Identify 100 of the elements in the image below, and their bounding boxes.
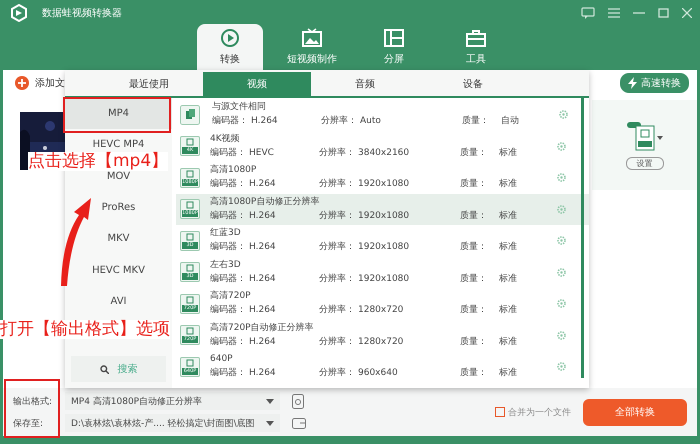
field-label: 编码器： (210, 146, 247, 160)
field-label: 质量： (460, 240, 488, 254)
preset-name: 高清1080P (210, 164, 256, 178)
settings-file-icon[interactable] (292, 394, 304, 408)
annotation-text: 打开【输出格式】选项 (0, 320, 170, 339)
preset-name: 红蓝3D (210, 227, 241, 240)
field-label: 分辨率： (319, 240, 356, 254)
preset-name: 高清1080P自动修正分辨率 (210, 196, 320, 209)
field-value: 1920x1080 (358, 178, 410, 192)
field-value: 1920x1080 (358, 210, 410, 223)
field-value: 960x640 (358, 367, 398, 380)
gear-icon[interactable] (557, 330, 566, 340)
field-label: 编码器： (210, 272, 247, 286)
format-tab[interactable]: 最近使用 (95, 72, 203, 96)
field-label: 编码器： (210, 336, 247, 349)
field-label: 编码器： (210, 304, 247, 318)
field-label: 分辨率： (319, 210, 356, 223)
field-label: 质量： (462, 114, 490, 128)
plus-icon (15, 76, 29, 90)
gear-icon[interactable] (557, 362, 566, 372)
nav-tab[interactable]: 分屏 (361, 24, 427, 70)
gear-icon[interactable] (559, 110, 568, 120)
window-title: 数据蛙视频转换器 (42, 6, 122, 20)
tv-icon (301, 28, 323, 48)
field-label: 分辨率： (319, 178, 356, 192)
field-label: 编码器： (210, 178, 247, 192)
field-label: 输出格式: (13, 396, 54, 408)
format-tab[interactable]: 设备 (419, 72, 527, 96)
field-value: H.264 (249, 367, 276, 380)
search-icon (100, 364, 108, 374)
format-item[interactable]: AVI (110, 294, 126, 308)
gear-icon[interactable] (557, 268, 566, 277)
field-value: 1920x1080 (358, 272, 410, 286)
field-label: 编码器： (212, 114, 249, 128)
field-label: 质量： (460, 210, 488, 223)
maximize-icon[interactable] (658, 8, 669, 18)
format-tab[interactable]: 音频 (311, 72, 419, 96)
format-item[interactable]: ProRes (102, 200, 136, 214)
field-value: Auto (360, 115, 381, 128)
field-value: 标准 (499, 272, 517, 286)
nav-tab[interactable]: 工具 (443, 24, 509, 70)
field-value: 1920x1080 (358, 241, 410, 254)
preset-name: 与源文件相同 (212, 101, 266, 114)
field-label: 质量： (460, 304, 488, 318)
gear-icon[interactable] (557, 173, 566, 182)
field-value: 标准 (499, 240, 517, 254)
field-label: 质量： (460, 146, 488, 160)
gear-icon[interactable] (557, 142, 566, 151)
format-item[interactable]: MP4 (65, 98, 172, 130)
field-label: 保存至: (13, 418, 44, 430)
field-value: H.264 (251, 115, 278, 128)
format-item[interactable]: MOV (106, 169, 130, 184)
nav-tab[interactable]: 转换 (197, 24, 263, 70)
preset-name: 640P (210, 353, 233, 366)
field-value: H.264 (249, 304, 276, 318)
field-value: 标准 (499, 146, 517, 160)
field-label: 质量： (460, 272, 488, 286)
preset-row[interactable]: 与源文件相同 编码器： H.264 分辨率： Auto 质量： 自动 (176, 99, 589, 130)
annotation-text: 点击选择【mp4】 (28, 152, 168, 171)
format-tab[interactable]: 视频 (203, 72, 311, 96)
field-label: 编码器： (210, 210, 247, 223)
field-label: 分辨率： (321, 114, 358, 128)
field-value: 标准 (499, 366, 517, 380)
nav-tab[interactable]: 短视频制作 (279, 24, 345, 70)
settings-button[interactable]: 设置 (626, 157, 664, 170)
output-format-dropdown[interactable]: MP4 高清1080P自动修正分辨率 (65, 392, 280, 410)
field-value: HEVC (249, 146, 274, 160)
save-path-dropdown[interactable]: D:\袁林炫\袁林炫-产.... 轻松搞定\封面图\底图 (65, 414, 280, 432)
field-value: 标准 (499, 304, 517, 318)
folder-icon[interactable] (292, 417, 306, 429)
field-value: H.264 (249, 241, 276, 254)
fast-convert-button[interactable]: 高速转换 (620, 73, 689, 93)
format-item[interactable]: HEVC MP4 (92, 138, 144, 152)
field-label: 分辨率： (319, 366, 356, 380)
close-icon[interactable] (682, 8, 692, 18)
caret-icon (266, 398, 274, 404)
field-label: 质量： (460, 366, 488, 380)
gear-icon[interactable] (557, 236, 566, 246)
preset-name: 高清720P (210, 290, 251, 304)
lightning-icon (628, 77, 637, 89)
field-label: 编码器： (210, 240, 247, 254)
add-file-button[interactable]: 添加文 (15, 76, 65, 90)
field-value: 自动 (501, 114, 519, 128)
field-value: 标准 (499, 336, 517, 349)
field-label: 分辨率： (319, 304, 356, 318)
format-item[interactable]: MKV (107, 232, 130, 246)
chat-icon[interactable] (581, 7, 595, 19)
field-value: H.264 (249, 336, 276, 349)
gear-icon[interactable] (557, 299, 566, 308)
format-item[interactable]: HEVC MKV (92, 263, 145, 278)
field-value: 1280x720 (358, 304, 404, 318)
convert-icon (219, 28, 241, 48)
gear-icon[interactable] (557, 204, 566, 214)
menu-icon[interactable] (608, 8, 620, 18)
copy-icon (180, 104, 200, 125)
caret-icon (266, 420, 274, 426)
field-value: H.264 (249, 178, 276, 192)
layout-icon (383, 28, 405, 48)
field-value: 3840x2160 (358, 146, 410, 160)
highlight-box (4, 379, 60, 438)
